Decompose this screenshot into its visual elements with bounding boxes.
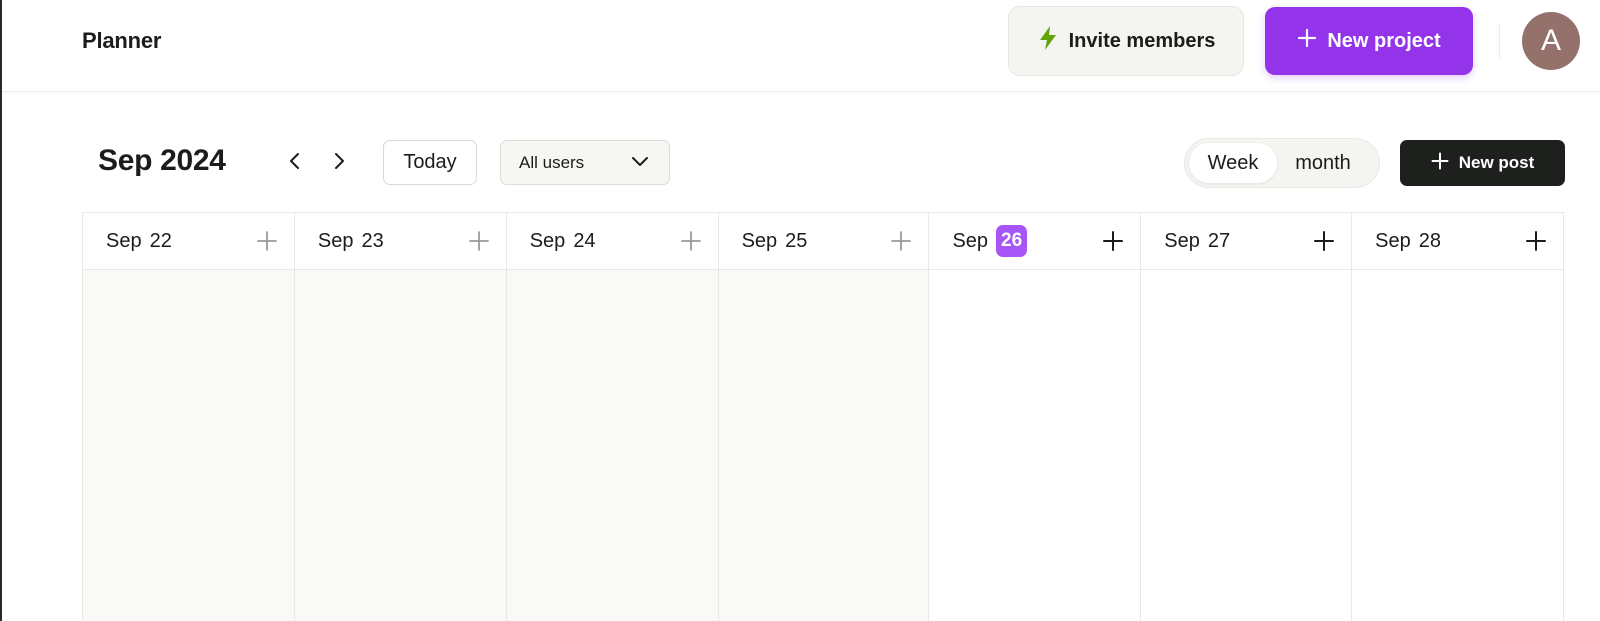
day-number: 28 xyxy=(1418,229,1441,252)
users-filter-value: All users xyxy=(519,152,585,172)
plus-icon xyxy=(891,231,912,251)
day-number: 24 xyxy=(573,229,596,252)
day-column[interactable]: Sep 27 xyxy=(1141,213,1353,621)
week-calendar: Sep 22 Sep 23 Sep 24 Sep 25 Sep 26 Sep 2… xyxy=(82,212,1565,621)
top-bar: Planner Invite members New project A xyxy=(2,0,1600,92)
divider xyxy=(1499,24,1500,58)
day-number: 22 xyxy=(149,229,172,252)
bolt-icon xyxy=(1037,25,1059,57)
day-column-today[interactable]: Sep 26 xyxy=(929,213,1142,621)
view-month-option[interactable]: month xyxy=(1277,143,1369,183)
chevron-down-icon xyxy=(631,153,649,173)
today-badge: 26 xyxy=(996,225,1028,257)
plus-icon xyxy=(468,231,489,251)
day-label: Sep 28 xyxy=(1375,230,1441,253)
day-label: Sep 25 xyxy=(742,230,808,253)
day-header: Sep 22 xyxy=(83,213,294,270)
day-body[interactable] xyxy=(294,270,506,621)
plus-icon xyxy=(1297,28,1317,54)
add-post-button[interactable] xyxy=(254,228,280,254)
invite-members-button[interactable]: Invite members xyxy=(1008,6,1244,76)
day-column[interactable]: Sep 22 xyxy=(83,213,295,621)
view-week-option[interactable]: Week xyxy=(1189,143,1277,183)
day-month: Sep xyxy=(1164,229,1200,252)
day-header: Sep 28 xyxy=(1352,213,1564,270)
chevron-right-icon xyxy=(332,152,346,175)
day-label: Sep 24 xyxy=(530,230,596,253)
day-column[interactable]: Sep 23 xyxy=(294,213,507,621)
new-post-button[interactable]: New post xyxy=(1400,140,1565,186)
day-label: Sep 23 xyxy=(318,230,384,253)
day-number: 27 xyxy=(1207,229,1231,252)
day-label: Sep 26 xyxy=(952,225,1028,257)
plus-icon xyxy=(1526,231,1547,251)
day-body[interactable] xyxy=(506,270,718,621)
plus-icon xyxy=(1103,231,1124,251)
day-column[interactable]: Sep 25 xyxy=(718,213,930,621)
day-column[interactable]: Sep 24 xyxy=(506,213,719,621)
window-edge xyxy=(0,0,2,621)
day-body[interactable] xyxy=(718,270,929,621)
today-button[interactable]: Today xyxy=(383,140,477,185)
plus-icon xyxy=(256,231,277,251)
new-post-label: New post xyxy=(1458,153,1535,172)
avatar[interactable]: A xyxy=(1522,12,1580,70)
day-body[interactable] xyxy=(929,270,1141,621)
day-month: Sep xyxy=(106,229,142,252)
add-post-button[interactable] xyxy=(678,228,704,254)
day-header: Sep 23 xyxy=(294,213,506,270)
month-title: Sep 2024 xyxy=(98,144,226,177)
day-month: Sep xyxy=(317,229,354,252)
add-post-button[interactable] xyxy=(1311,228,1337,254)
next-button[interactable] xyxy=(324,146,354,180)
day-body[interactable] xyxy=(83,270,294,621)
day-column[interactable]: Sep 28 xyxy=(1352,213,1565,621)
day-label: Sep 27 xyxy=(1164,230,1230,253)
add-post-button[interactable] xyxy=(466,228,492,254)
day-label: Sep 22 xyxy=(106,230,172,253)
day-header: Sep 24 xyxy=(506,213,718,270)
view-toggle: Week month xyxy=(1184,138,1380,188)
plus-icon xyxy=(1314,231,1335,251)
plus-icon xyxy=(1431,152,1449,175)
new-project-label: New project xyxy=(1327,29,1441,52)
invite-members-label: Invite members xyxy=(1068,29,1216,52)
day-header: Sep 26 xyxy=(929,213,1141,270)
new-project-button[interactable]: New project xyxy=(1265,7,1473,75)
day-body[interactable] xyxy=(1352,270,1564,621)
plus-icon xyxy=(680,231,701,251)
users-filter-select[interactable]: All users xyxy=(500,140,670,185)
day-month: Sep xyxy=(952,229,989,252)
chevron-left-icon xyxy=(288,152,302,175)
add-post-button[interactable] xyxy=(1523,228,1549,254)
day-body[interactable] xyxy=(1141,270,1352,621)
add-post-button[interactable] xyxy=(1100,228,1126,254)
day-header: Sep 27 xyxy=(1141,213,1352,270)
day-number: 25 xyxy=(785,229,808,252)
day-month: Sep xyxy=(529,229,566,252)
previous-button[interactable] xyxy=(280,146,310,180)
day-header: Sep 25 xyxy=(718,213,929,270)
day-number: 23 xyxy=(361,229,384,252)
day-month: Sep xyxy=(1375,229,1411,252)
app-title: Planner xyxy=(82,28,162,53)
add-post-button[interactable] xyxy=(888,228,914,254)
day-month: Sep xyxy=(741,229,778,252)
